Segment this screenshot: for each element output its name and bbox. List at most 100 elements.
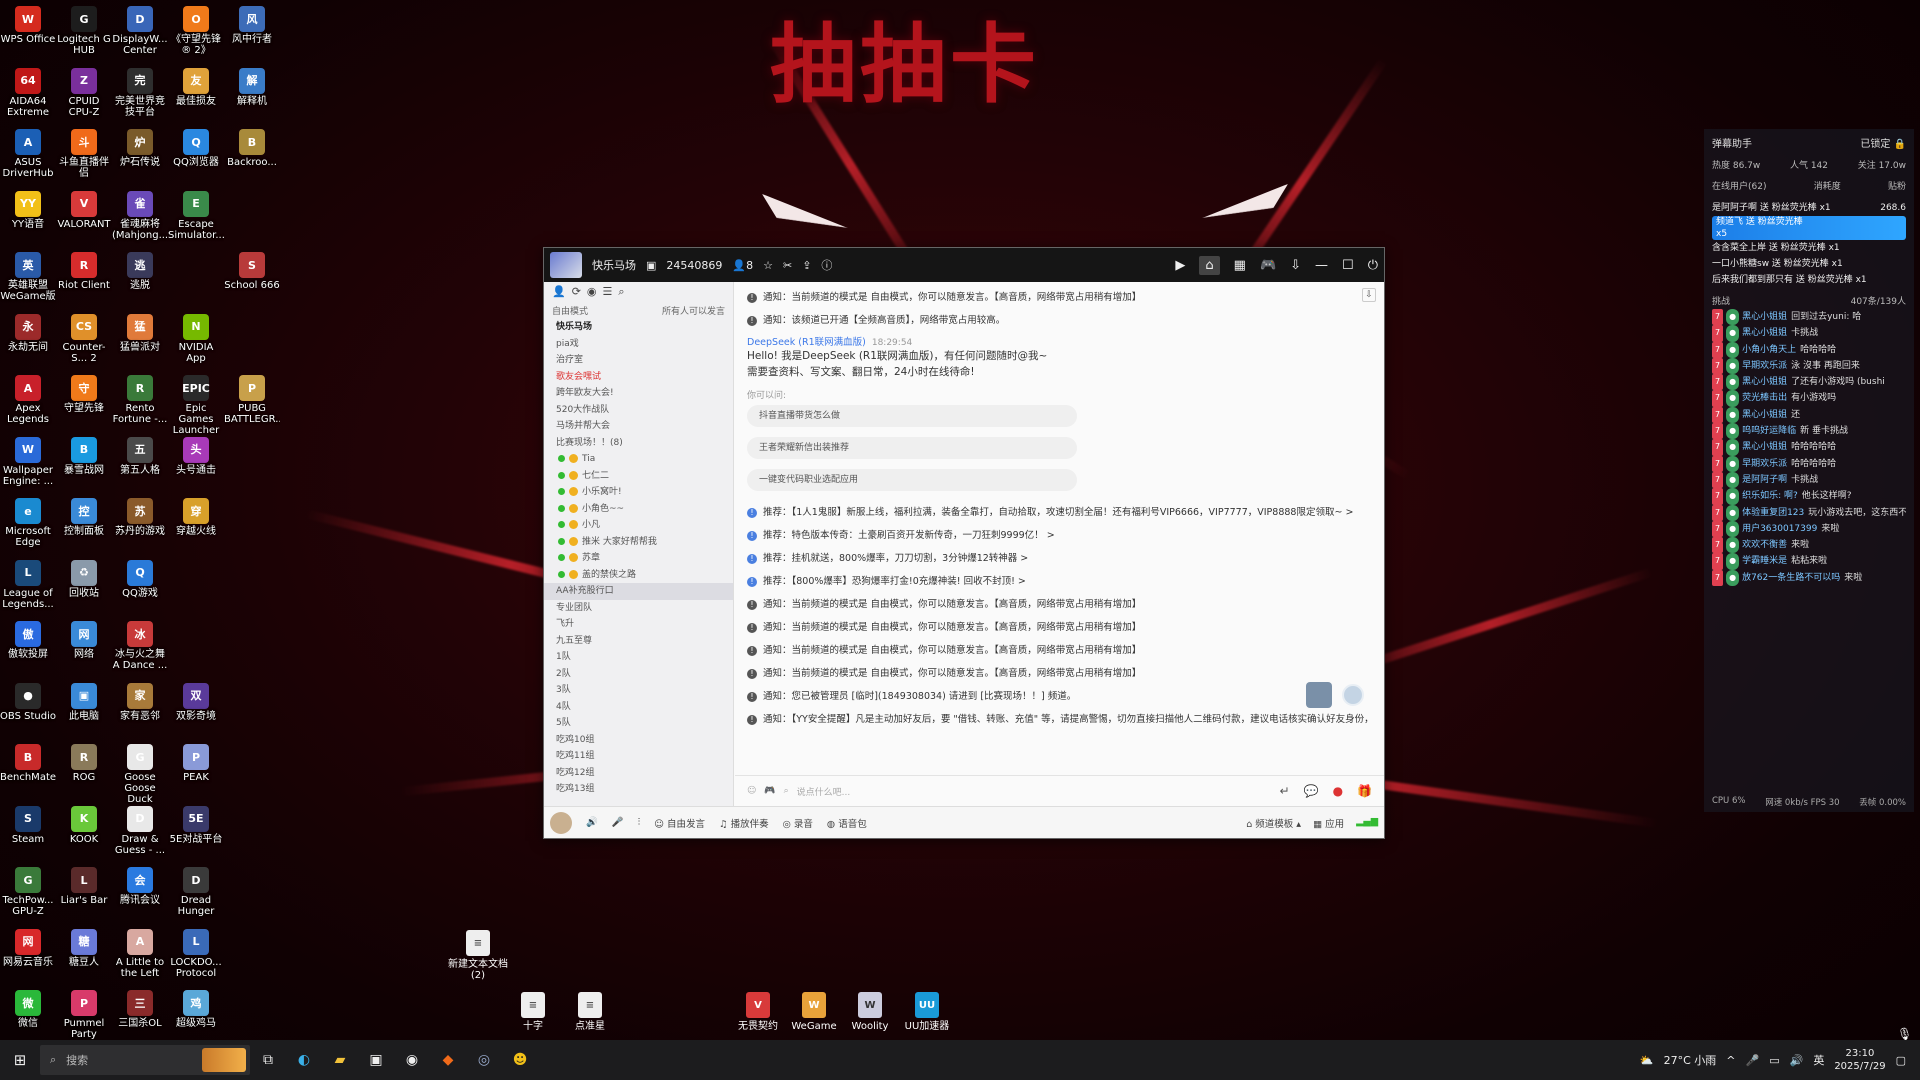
- recommend-message[interactable]: ! 推荐：【800%爆率】恐狗爆率打金!0充爆神装! 回收不封顶! >: [747, 570, 1372, 593]
- desktop-icon[interactable]: 炉炉石传说: [112, 127, 168, 189]
- channel-item[interactable]: 治疗室: [544, 352, 733, 369]
- recommend-message[interactable]: ! 推荐：挂机就送，800%爆率，刀刀切割，3分钟爆12转神器 >: [747, 547, 1372, 570]
- desktop-icon[interactable]: L Liar's Bar: [56, 865, 112, 927]
- channel-item[interactable]: 1队: [544, 649, 733, 666]
- gamepad-icon[interactable]: 🎮: [1260, 258, 1276, 273]
- channel-item[interactable]: 2队: [544, 666, 733, 683]
- mic-icon[interactable]: 🎤: [612, 817, 624, 828]
- channel-item[interactable]: 歌友会嘿试: [544, 369, 733, 386]
- notification-icon[interactable]: ▢: [1896, 1054, 1906, 1067]
- desktop-icon[interactable]: e Microsoft Edge: [0, 496, 56, 558]
- comment-user[interactable]: 学霸睡米是: [1742, 556, 1787, 566]
- tab-consume[interactable]: 消耗度: [1814, 179, 1841, 192]
- speaker-icon[interactable]: 🔊: [586, 817, 598, 828]
- desktop-icon[interactable]: L LOCKDO... Protocol: [168, 927, 224, 989]
- desktop-icon[interactable]: 会腾讯会议: [112, 865, 168, 927]
- equalizer-icon[interactable]: ⫶: [638, 817, 640, 828]
- suggestion-chip[interactable]: 王者荣耀新信出装推荐: [747, 437, 1077, 459]
- red-mic-icon[interactable]: ●: [1333, 784, 1343, 798]
- desktop-icon[interactable]: 64 AIDA64 Extreme: [0, 66, 56, 128]
- tab-rank[interactable]: 贴粉: [1888, 179, 1906, 192]
- power-button[interactable]: ⏻: [1368, 258, 1378, 273]
- store-icon[interactable]: ▣: [358, 1042, 394, 1078]
- channel-item[interactable]: 吃鸡13组: [544, 781, 733, 798]
- comment-user[interactable]: 黑心小姐姐: [1742, 442, 1787, 452]
- desktop-icon[interactable]: Q QQ浏览器: [168, 127, 224, 189]
- video-icon[interactable]: ▶: [1175, 258, 1185, 273]
- location-icon[interactable]: ◉: [587, 285, 597, 299]
- desktop-icon[interactable]: L League of Legends...: [0, 558, 56, 620]
- desktop-icon[interactable]: Z CPUID CPU-Z: [56, 66, 112, 128]
- comment-user[interactable]: 体验重复团123: [1742, 508, 1804, 518]
- task-view-icon[interactable]: ⧉: [250, 1042, 286, 1078]
- channel-user[interactable]: 小乐窝叶!: [544, 484, 733, 501]
- lock-toggle[interactable]: 已锁定 🔒: [1860, 135, 1906, 150]
- desktop-icon[interactable]: AA Little to the Left: [112, 927, 168, 989]
- desktop-icon[interactable]: W WPS Office: [0, 4, 56, 66]
- network-tray-icon[interactable]: ▭: [1769, 1054, 1779, 1067]
- comment-user[interactable]: 用户3630017399: [1742, 524, 1817, 534]
- free-talk-button[interactable]: ☺ 自由发言: [654, 816, 705, 830]
- comment-user[interactable]: 欢欢不衡善: [1742, 540, 1787, 550]
- record-button[interactable]: ◎ 录音: [783, 816, 813, 830]
- desktop-icon[interactable]: 逃逃脱: [112, 250, 168, 312]
- channel-item[interactable]: AA补充股行口: [544, 583, 733, 600]
- desktop-icon[interactable]: N NVIDIA App: [168, 312, 224, 374]
- channel-item[interactable]: 比赛现场！！(8): [544, 435, 733, 452]
- channel-item[interactable]: pia戏: [544, 336, 733, 353]
- desktop-icon[interactable]: K KOOK: [56, 804, 112, 866]
- file-explorer-icon[interactable]: ▰: [322, 1042, 358, 1078]
- search-box[interactable]: ⌕ 搜索: [40, 1045, 250, 1075]
- weather-text[interactable]: 27°C 小雨: [1664, 1052, 1717, 1068]
- channel-user[interactable]: 苏章: [544, 550, 733, 567]
- share-icon[interactable]: ⇪: [802, 259, 811, 272]
- desktop-icon[interactable]: Q QQ游戏: [112, 558, 168, 620]
- channel-user[interactable]: 小角色~~: [544, 501, 733, 518]
- desktop-icon[interactable]: 风风中行者: [224, 4, 280, 66]
- channel-user[interactable]: 小凡: [544, 517, 733, 534]
- desktop-icon[interactable]: D Draw & Guess - ...: [112, 804, 168, 866]
- desktop-icon-new-text-doc[interactable]: ≡ 新建文本文档 (2): [448, 930, 508, 981]
- ime-indicator[interactable]: 英: [1813, 1052, 1824, 1068]
- desktop-icon[interactable]: 穿穿越火线: [168, 496, 224, 558]
- desktop-icon-cross[interactable]: ≡ 十字: [503, 992, 563, 1032]
- desktop-icon[interactable]: ▣ 此电脑: [56, 681, 112, 743]
- apps-button[interactable]: ▦ 应用: [1313, 816, 1344, 830]
- channel-item[interactable]: 5队: [544, 715, 733, 732]
- desktop-icon[interactable]: E Escape Simulator...: [168, 189, 224, 251]
- comment-user[interactable]: 早期欢乐派: [1742, 459, 1787, 469]
- timer-icon[interactable]: [1342, 684, 1364, 706]
- desktop-icon[interactable]: G Goose Goose Duck: [112, 742, 168, 804]
- channel-avatar[interactable]: [550, 252, 582, 278]
- desktop-icon[interactable]: 冰冰与火之舞 A Dance ...: [112, 619, 168, 681]
- desktop-icon[interactable]: O 《守望先锋® 2》: [168, 4, 224, 66]
- desktop-icon[interactable]: 糖糖豆人: [56, 927, 112, 989]
- user-avatar[interactable]: [550, 811, 572, 834]
- channel-item[interactable]: 520大作战队: [544, 402, 733, 419]
- mic-tray-icon[interactable]: 🎤: [1746, 1054, 1760, 1067]
- clock[interactable]: 23:10 2025/7/29: [1834, 1047, 1885, 1073]
- channel-item[interactable]: 3队: [544, 682, 733, 699]
- comment-user[interactable]: 织乐如乐: 啊?: [1742, 491, 1798, 501]
- channel-item[interactable]: 4队: [544, 699, 733, 716]
- refresh-icon[interactable]: ⟳: [572, 285, 581, 299]
- comment-user[interactable]: 早期欢乐派: [1742, 361, 1787, 371]
- desktop-icon[interactable]: YY YY语音: [0, 189, 56, 251]
- desktop-icon[interactable]: 雀雀魂麻将(Mahjong...: [112, 189, 168, 251]
- desktop-icon[interactable]: W Wallpaper Engine: ...: [0, 435, 56, 497]
- obs-icon[interactable]: ◉: [394, 1042, 430, 1078]
- desktop-icon[interactable]: V VALORANT: [56, 189, 112, 251]
- desktop-icon[interactable]: A ASUS DriverHub: [0, 127, 56, 189]
- desktop-icon[interactable]: G TechPow... GPU-Z: [0, 865, 56, 927]
- channel-user[interactable]: 推米 大家好帮帮我: [544, 534, 733, 551]
- desktop-icon[interactable]: 解解释机: [224, 66, 280, 128]
- desktop-icon[interactable]: B Backroo...: [224, 127, 280, 189]
- desktop-icon[interactable]: 头头号通击: [168, 435, 224, 497]
- desktop-icon[interactable]: B 暴雪战网: [56, 435, 112, 497]
- channel-user[interactable]: 盖的禁侠之路: [544, 567, 733, 584]
- desktop-icon[interactable]: 5E 5E对战平台: [168, 804, 224, 866]
- desktop-icon[interactable]: P PUBG BATTLEGR...: [224, 373, 280, 435]
- desktop-icon[interactable]: 网网络: [56, 619, 112, 681]
- user-icon[interactable]: 👤: [552, 285, 566, 299]
- channel-item[interactable]: 吃鸡11组: [544, 748, 733, 765]
